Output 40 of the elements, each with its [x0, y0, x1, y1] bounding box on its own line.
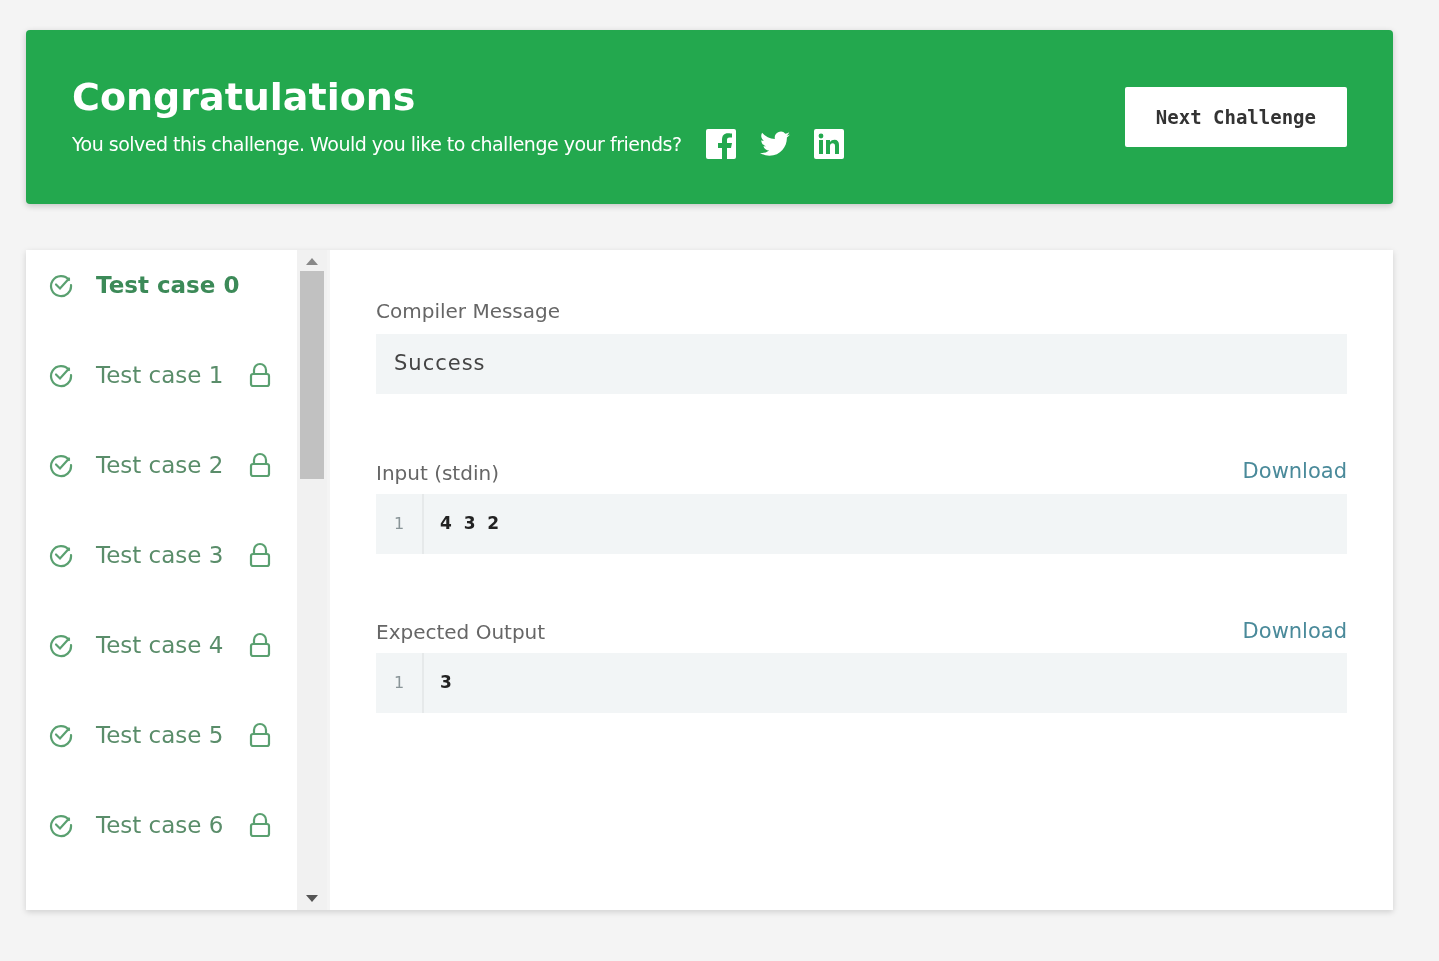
lock-icon	[249, 632, 271, 658]
facebook-icon[interactable]	[705, 128, 736, 159]
check-circle-icon	[48, 632, 74, 658]
scrollbar[interactable]	[297, 250, 327, 910]
banner-message: You solved this challenge. Would you like to challenge your friends?	[72, 131, 682, 157]
download-link[interactable]: Download	[1242, 456, 1347, 488]
test-case-tab[interactable]: Test case 2	[48, 420, 275, 510]
scroll-up-icon[interactable]	[306, 258, 318, 265]
input-label: Input (stdin)	[376, 459, 499, 487]
linkedin-icon[interactable]	[813, 128, 844, 159]
test-case-tab[interactable]: Test case 1	[48, 330, 275, 420]
check-circle-icon	[48, 722, 74, 748]
code-line: 3	[439, 671, 452, 695]
lock-icon	[249, 542, 271, 568]
check-circle-icon	[48, 452, 74, 478]
check-circle-icon	[48, 362, 74, 388]
compiler-message-output: Success	[376, 334, 1347, 394]
check-circle-icon	[48, 542, 74, 568]
test-case-tab[interactable]: Test case 5	[48, 690, 275, 780]
check-circle-icon	[48, 812, 74, 838]
compiler-message-label: Compiler Message	[376, 298, 562, 325]
lock-icon	[249, 812, 271, 838]
check-circle-icon	[48, 272, 74, 298]
download-link[interactable]: Download	[1242, 615, 1347, 647]
code-line: 4 3 2	[439, 511, 500, 535]
line-number: 1	[376, 493, 424, 554]
lock-icon	[249, 722, 271, 748]
test-case-tab[interactable]: Test case 3	[48, 510, 275, 600]
test-case-tab[interactable]: Test case 6	[48, 780, 275, 870]
test-case-tab[interactable]: Test case 0	[48, 262, 275, 308]
lock-icon	[249, 362, 271, 388]
lock-icon	[249, 452, 271, 478]
expected-output-label: Expected Output	[376, 619, 546, 646]
banner-title: Congratulations	[72, 75, 417, 121]
twitter-icon[interactable]	[759, 130, 790, 157]
scrollbar-thumb[interactable]	[300, 271, 324, 479]
next-challenge-button[interactable]: Next Challenge	[1124, 86, 1347, 148]
line-number: 1	[376, 653, 424, 713]
test-case-tab[interactable]: Test case 4	[48, 600, 275, 690]
scroll-down-icon[interactable]	[306, 895, 318, 902]
